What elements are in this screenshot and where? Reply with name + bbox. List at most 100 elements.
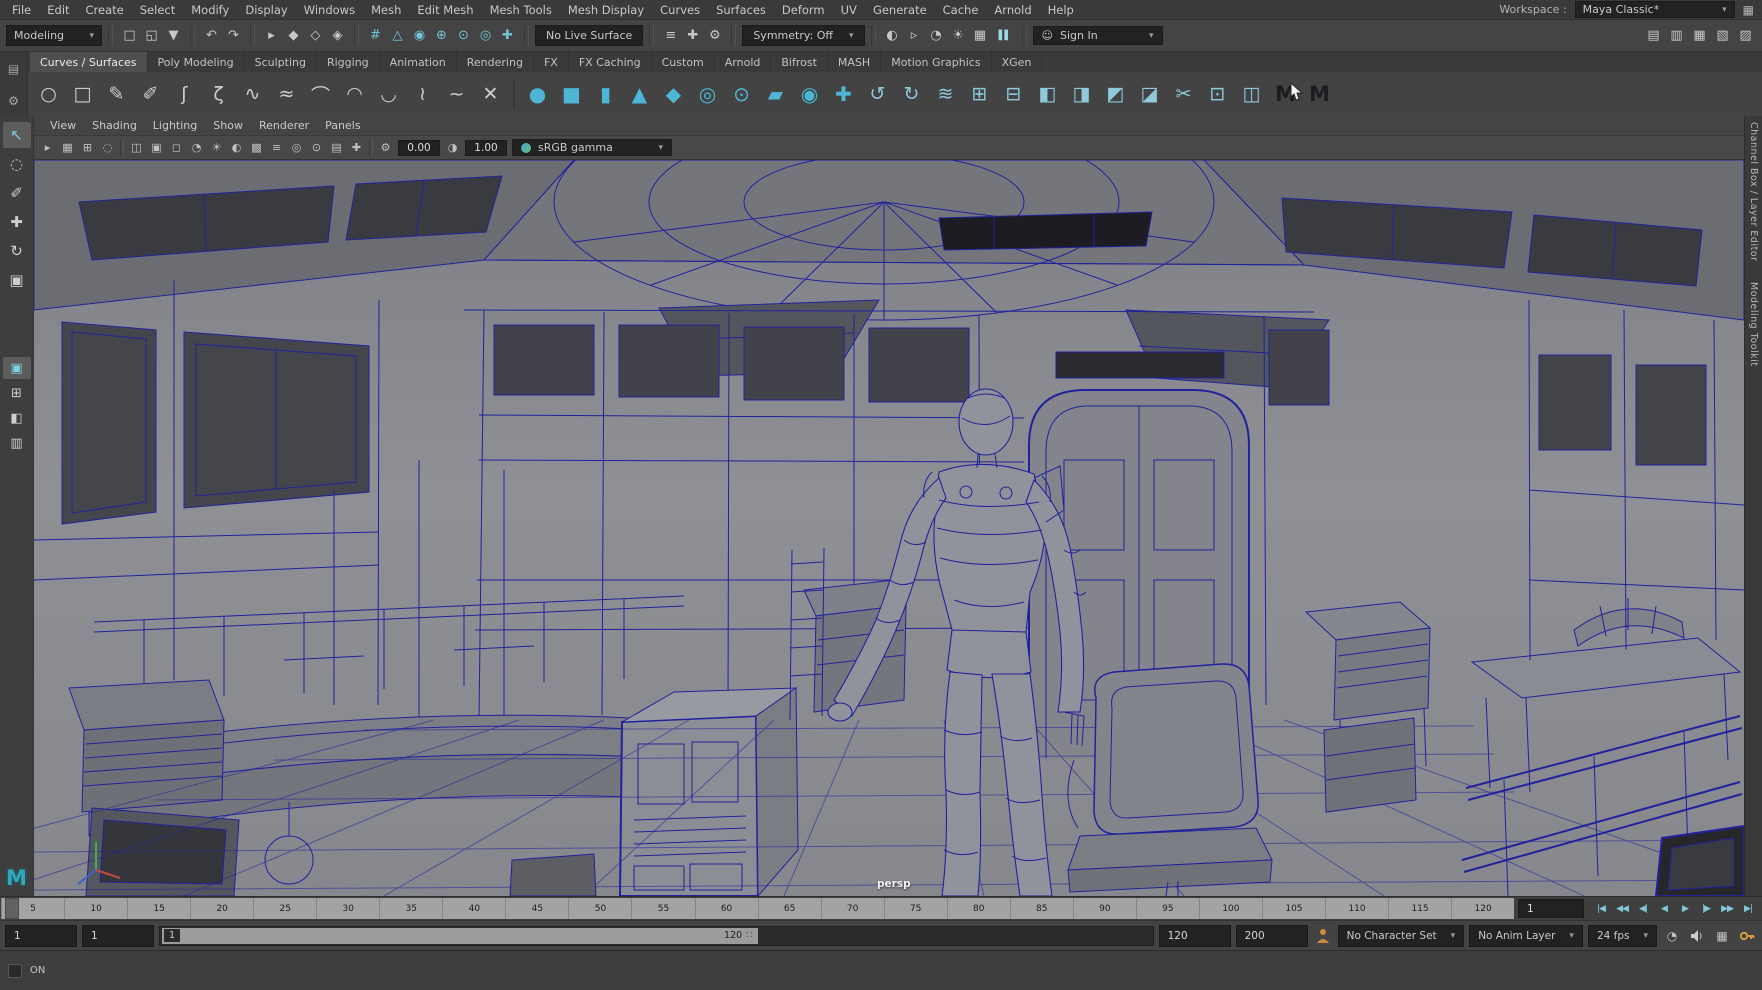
shelf-icon[interactable]: ✎ (100, 76, 133, 112)
shelf-icon[interactable]: ⊙ (725, 76, 758, 112)
shelf-tab[interactable]: Poly Modeling (148, 52, 245, 72)
construction-history-icon[interactable]: ⚙ (704, 25, 725, 46)
camera-tool-icon[interactable]: ⊞ (78, 139, 97, 157)
panel-toggle-label[interactable]: Channel Box / Layer Editor (1748, 122, 1759, 262)
shelf-tab[interactable]: Curves / Surfaces (30, 52, 148, 72)
shelf-icon[interactable]: ∿ (236, 76, 269, 112)
shelf-icon[interactable]: □ (66, 76, 99, 112)
file-operation-icon[interactable]: ▼ (163, 25, 184, 46)
shelf-tab[interactable]: FX (534, 52, 569, 72)
snap-icon[interactable]: ⊙ (453, 25, 474, 46)
layout-four-pane-button[interactable]: ⊞ (3, 382, 31, 404)
snap-icon[interactable]: △ (387, 25, 408, 46)
shelf-icon[interactable]: ● (521, 76, 554, 112)
shelf-tab[interactable]: XGen (992, 52, 1043, 72)
color-space-select[interactable]: sRGB gamma ▾ (512, 139, 672, 156)
workspace-settings-icon[interactable]: ▦ (1743, 3, 1754, 17)
ui-toggle-icon[interactable]: ▧ (1712, 25, 1733, 46)
shelf-icon[interactable]: ◠ (338, 76, 371, 112)
snap-icon[interactable]: ✚ (497, 25, 518, 46)
playback-end-field[interactable]: 120 (1159, 925, 1231, 947)
selection-mask-icon[interactable]: ◇ (305, 25, 326, 46)
anim-end-field[interactable]: 200 (1236, 925, 1308, 947)
playback-button[interactable]: ▶ (1675, 900, 1695, 918)
render-icon[interactable]: ☀ (948, 25, 969, 46)
playback-speed-icon[interactable]: ◔ (1662, 929, 1682, 943)
playback-button[interactable]: |▶ (1696, 900, 1716, 918)
menu-item[interactable]: Surfaces (708, 1, 774, 19)
workspace-select[interactable]: Maya Classic* ▾ (1575, 1, 1735, 18)
shelf-tab[interactable]: MASH (828, 52, 881, 72)
display-toggle-icon[interactable]: ▩ (247, 139, 266, 157)
display-toggle-icon[interactable]: ✚ (347, 139, 366, 157)
shelf-tab[interactable]: Animation (380, 52, 457, 72)
display-settings-icon[interactable]: ⚙ (376, 139, 395, 157)
file-operation-icon[interactable]: □ (119, 25, 140, 46)
render-icon[interactable]: ◔ (926, 25, 947, 46)
menu-item[interactable]: Windows (296, 1, 363, 19)
menu-item[interactable]: Help (1040, 1, 1082, 19)
playback-button[interactable]: ▶▶ (1717, 900, 1737, 918)
shelf-icon[interactable]: ≀ (406, 76, 439, 112)
shelf-tab[interactable]: FX Caching (569, 52, 652, 72)
menu-item[interactable]: Edit Mesh (409, 1, 481, 19)
playback-button[interactable]: ◀ (1654, 900, 1674, 918)
shelf-icon[interactable]: ✐ (134, 76, 167, 112)
menu-item[interactable]: Cache (935, 1, 987, 19)
selection-mask-icon[interactable]: ◆ (283, 25, 304, 46)
menu-item[interactable]: Deform (774, 1, 833, 19)
display-toggle-icon[interactable]: ☀ (207, 139, 226, 157)
menu-item[interactable]: Arnold (986, 1, 1039, 19)
panel-toggle-label[interactable]: Modeling Toolkit (1748, 282, 1759, 367)
panel-menu-item[interactable]: Shading (84, 117, 145, 134)
cached-playback-icon[interactable]: ▦ (1712, 929, 1732, 943)
command-line-toggle[interactable] (8, 964, 22, 978)
construction-history-icon[interactable]: ✚ (682, 25, 703, 46)
shelf-icon[interactable]: ≈ (270, 76, 303, 112)
pause-icon[interactable]: ▌▌ (994, 31, 1016, 41)
display-toggle-icon[interactable]: ◻ (167, 139, 186, 157)
menu-item[interactable]: Mesh Display (560, 1, 652, 19)
shelf-tab[interactable]: Custom (652, 52, 715, 72)
menu-item[interactable]: Select (132, 1, 183, 19)
layout-single-pane-button[interactable]: ▣ (3, 357, 31, 379)
playback-start-field[interactable]: 1 (82, 925, 154, 947)
panel-menu-item[interactable]: Lighting (145, 117, 205, 134)
shelf-icon[interactable]: ✚ (827, 76, 860, 112)
panel-menu-item[interactable]: Panels (317, 117, 368, 134)
construction-history-icon[interactable]: ≡ (660, 25, 681, 46)
anim-layer-select[interactable]: No Anim Layer ▾ (1469, 925, 1583, 947)
mute-icon[interactable] (1687, 929, 1707, 943)
shelf-icon[interactable]: ◩ (1099, 76, 1132, 112)
shelf-icon[interactable]: ◨ (1065, 76, 1098, 112)
display-toggle-icon[interactable]: ◫ (127, 139, 146, 157)
menu-item[interactable]: Mesh (363, 1, 409, 19)
shelf-icon[interactable]: ◡ (372, 76, 405, 112)
playback-button[interactable]: ▶| (1738, 900, 1758, 918)
move-tool-button[interactable]: ✚ (3, 209, 31, 235)
shelf-icon[interactable]: ⌒ (304, 76, 337, 112)
shelf-tab[interactable]: Rendering (457, 52, 534, 72)
snap-icon[interactable]: # (365, 25, 386, 46)
snap-icon[interactable]: ◉ (409, 25, 430, 46)
snap-icon[interactable]: ◎ (475, 25, 496, 46)
range-bar-grip-icon[interactable]: ∷ (746, 930, 753, 941)
auto-key-icon[interactable] (1737, 928, 1757, 944)
camera-tool-icon[interactable]: ▸ (38, 139, 57, 157)
playback-button[interactable]: |◀ (1591, 900, 1611, 918)
layout-split-pane-button[interactable]: ◧ (3, 407, 31, 429)
timeline-track[interactable]: 5101520253035404550556065707580859095100… (1, 898, 1514, 919)
shelf-icon[interactable]: ⊞ (963, 76, 996, 112)
display-toggle-icon[interactable]: ▣ (147, 139, 166, 157)
exposure-field[interactable]: 0.00 (398, 140, 440, 156)
gamma-icon[interactable]: ◑ (443, 139, 462, 157)
fps-select[interactable]: 24 fps ▾ (1588, 925, 1657, 947)
shelf-icon[interactable]: ◆ (657, 76, 690, 112)
shelf-icon[interactable]: ▰ (759, 76, 792, 112)
menu-item[interactable]: Generate (865, 1, 935, 19)
sign-in-select[interactable]: ☺ Sign In ▾ (1033, 26, 1163, 45)
panel-menu-item[interactable]: Renderer (251, 117, 317, 134)
render-icon[interactable]: ▦ (970, 25, 991, 46)
ui-toggle-icon[interactable]: ▤ (1643, 25, 1664, 46)
shelf-tab[interactable]: Motion Graphics (881, 52, 991, 72)
